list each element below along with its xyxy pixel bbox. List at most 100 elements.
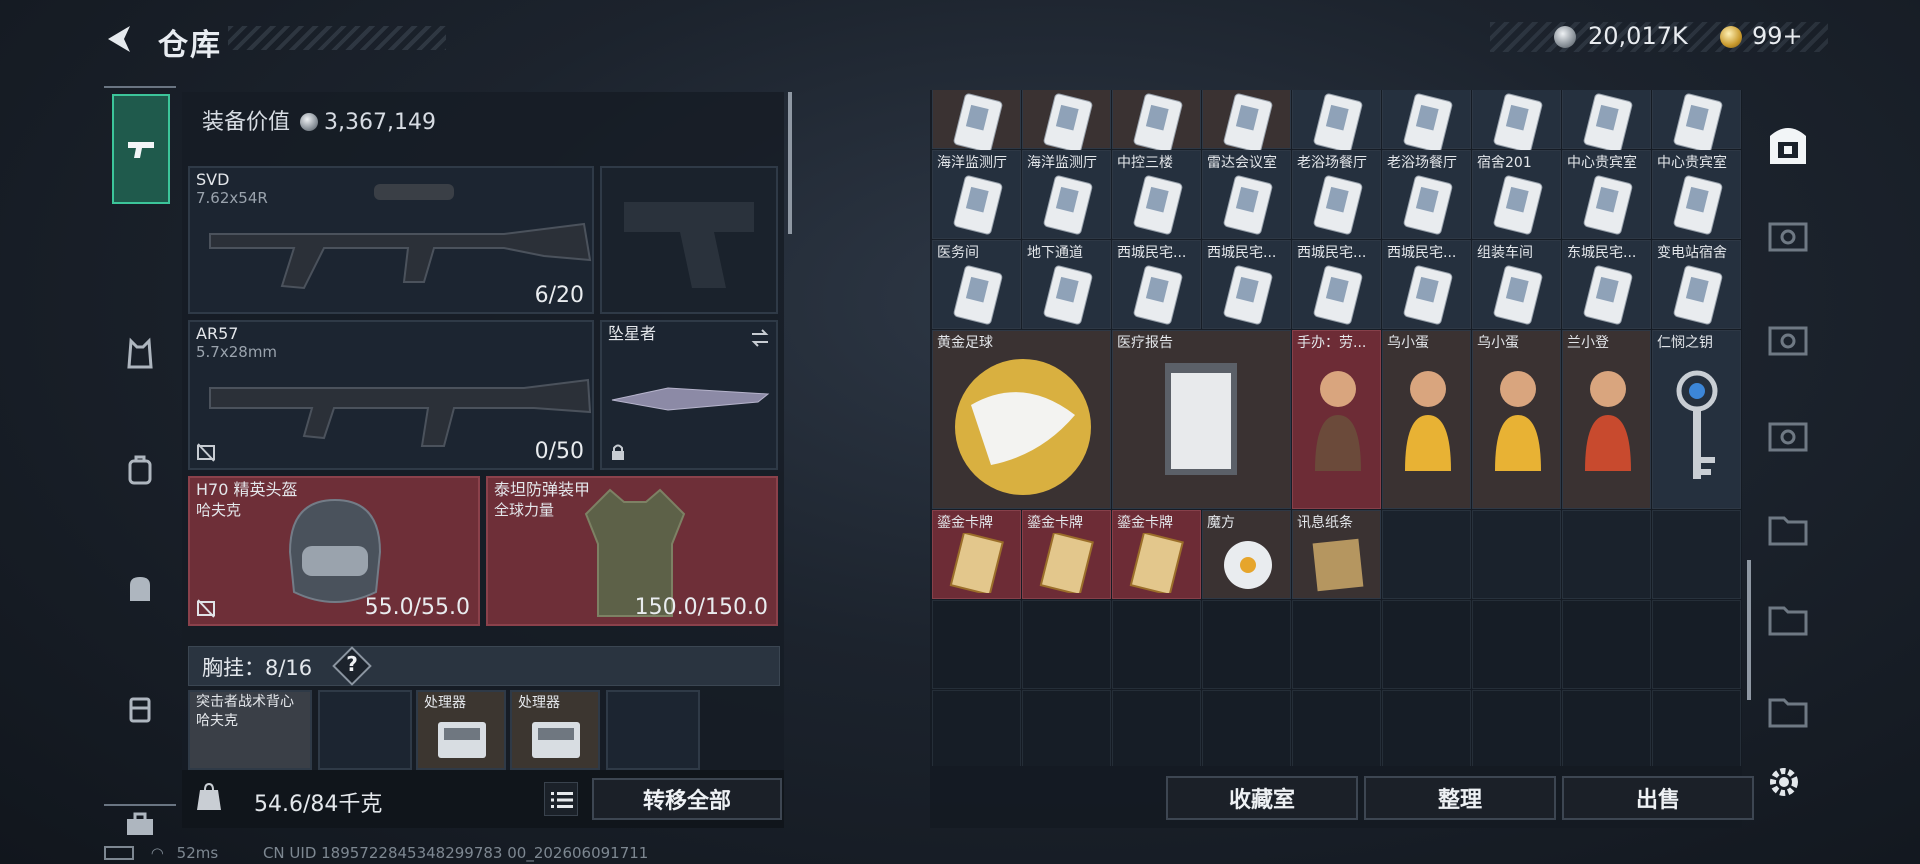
keycard-cell[interactable]: 中心贵宾室: [1652, 150, 1741, 239]
item-cell[interactable]: 讯息纸条: [1292, 510, 1381, 599]
empty-cell[interactable]: [1382, 600, 1471, 689]
keycard-cell[interactable]: 东城民宅...: [1562, 240, 1651, 329]
nav-item-backpack[interactable]: [104, 432, 176, 508]
rig-item-maker: 哈夫克: [196, 713, 238, 729]
empty-cell[interactable]: [1112, 690, 1201, 766]
rig-slot-empty[interactable]: [318, 690, 412, 770]
nav-item-vest[interactable]: [104, 316, 176, 392]
transfer-all-button[interactable]: 转移全部: [592, 778, 782, 820]
empty-cell[interactable]: [1292, 600, 1381, 689]
gold-currency-value[interactable]: 99+: [1752, 22, 1803, 50]
keycard-cell[interactable]: 地下通道: [1022, 240, 1111, 329]
storage-tab-icon[interactable]: [1764, 316, 1812, 364]
keycard-cell[interactable]: 雷达会议室: [1202, 150, 1291, 239]
item-cell[interactable]: 魔方: [1202, 510, 1291, 599]
keycard-cell[interactable]: 中控三楼: [1112, 150, 1201, 239]
nav-item-bag[interactable]: [104, 550, 176, 626]
storage-tab-icon[interactable]: [1764, 212, 1812, 260]
swap-icon[interactable]: [750, 328, 770, 348]
item-cell[interactable]: 兰小登: [1562, 330, 1651, 509]
item-cell[interactable]: 仁悯之钥: [1652, 330, 1741, 509]
keycard-cell[interactable]: [1382, 90, 1471, 153]
back-arrow-icon[interactable]: [102, 22, 136, 56]
keycard-cell[interactable]: 医务间: [932, 240, 1021, 329]
key-icon: [1676, 370, 1718, 479]
empty-cell[interactable]: [1202, 690, 1291, 766]
keycard-cell[interactable]: [1022, 90, 1111, 153]
keycard-cell[interactable]: [1472, 90, 1561, 153]
keycard-cell[interactable]: [1202, 90, 1291, 153]
empty-cell[interactable]: [1472, 690, 1561, 766]
keycard-cell[interactable]: 西城民宅...: [1292, 240, 1381, 329]
storage-tab-icon[interactable]: [1764, 412, 1812, 460]
rig-slot-empty[interactable]: [606, 690, 700, 770]
item-cell[interactable]: 手办：劳...: [1292, 330, 1381, 509]
empty-cell[interactable]: [1652, 690, 1741, 766]
rig-slot-processor[interactable]: 处理器: [510, 690, 600, 770]
item-name: 东城民宅...: [1567, 245, 1637, 261]
safe-box-tab-icon[interactable]: [1764, 120, 1812, 168]
folder-tab-icon[interactable]: [1764, 504, 1812, 552]
helmet-slot[interactable]: H70 精英头盔 哈夫克 55.0/55.0: [188, 476, 480, 626]
item-cell[interactable]: 鎏金卡牌: [1112, 510, 1201, 599]
sort-button[interactable]: 整理: [1364, 776, 1556, 820]
empty-cell[interactable]: [1202, 600, 1291, 689]
empty-cell[interactable]: [1562, 600, 1651, 689]
folder-tab-icon[interactable]: [1764, 594, 1812, 642]
empty-cell[interactable]: [1022, 690, 1111, 766]
empty-cell[interactable]: [1652, 600, 1741, 689]
item-cell[interactable]: 鎏金卡牌: [1022, 510, 1111, 599]
keycard-cell[interactable]: 变电站宿舍: [1652, 240, 1741, 329]
keycard-cell[interactable]: [1112, 90, 1201, 153]
item-cell[interactable]: 鎏金卡牌: [932, 510, 1021, 599]
keycard-cell[interactable]: 老浴场餐厅: [1292, 150, 1381, 239]
keycard-cell[interactable]: 老浴场餐厅: [1382, 150, 1471, 239]
equipment-scrollbar[interactable]: [788, 92, 792, 234]
nav-item-case[interactable]: [104, 670, 176, 746]
keycard-cell[interactable]: 组装车间: [1472, 240, 1561, 329]
keycard-cell[interactable]: 中心贵宾室: [1562, 150, 1651, 239]
folder-tab-icon[interactable]: [1764, 686, 1812, 734]
keycard-cell[interactable]: 海洋监测厅: [1022, 150, 1111, 239]
empty-cell[interactable]: [1472, 600, 1561, 689]
empty-cell[interactable]: [1022, 600, 1111, 689]
pistol-slot[interactable]: [600, 166, 778, 314]
secondary-weapon-slot[interactable]: AR57 5.7x28mm 0/50: [188, 320, 594, 470]
keycard-cell[interactable]: [1652, 90, 1741, 153]
primary-weapon-slot[interactable]: SVD 7.62x54R 6/20: [188, 166, 594, 314]
inventory-scrollbar[interactable]: [1747, 560, 1751, 700]
item-name: 乌小蛋: [1387, 335, 1429, 351]
empty-cell[interactable]: [1652, 510, 1741, 599]
collection-room-button[interactable]: 收藏室: [1166, 776, 1358, 820]
melee-slot[interactable]: 坠星者: [600, 320, 778, 470]
empty-cell[interactable]: [932, 690, 1021, 766]
rig-slot-vest[interactable]: 突击者战术背心 哈夫克: [188, 690, 312, 770]
armor-slot[interactable]: 泰坦防弹装甲 全球力量 150.0/150.0: [486, 476, 778, 626]
empty-cell[interactable]: [1112, 600, 1201, 689]
keycard-cell[interactable]: 西城民宅...: [1202, 240, 1291, 329]
keycard-cell[interactable]: 宿舍201: [1472, 150, 1561, 239]
rig-slot-processor[interactable]: 处理器: [416, 690, 506, 770]
sell-button[interactable]: 出售: [1562, 776, 1754, 820]
sniper-rifle-icon: [209, 184, 592, 290]
keycard-cell[interactable]: [1562, 90, 1651, 153]
keycard-cell[interactable]: 西城民宅...: [1382, 240, 1471, 329]
empty-cell[interactable]: [1472, 510, 1561, 599]
item-cell[interactable]: 黄金足球: [932, 330, 1111, 509]
keycard-cell[interactable]: 海洋监测厅: [932, 150, 1021, 239]
empty-cell[interactable]: [1382, 510, 1471, 599]
item-cell[interactable]: 乌小蛋: [1382, 330, 1471, 509]
empty-cell[interactable]: [1292, 690, 1381, 766]
item-cell[interactable]: 医疗报告: [1112, 330, 1291, 509]
empty-cell[interactable]: [1562, 690, 1651, 766]
settings-gear-icon[interactable]: [1766, 764, 1802, 800]
keycard-cell[interactable]: [932, 90, 1021, 153]
list-view-button[interactable]: [544, 782, 578, 816]
empty-cell[interactable]: [1382, 690, 1471, 766]
nav-item-weapons[interactable]: [112, 94, 170, 204]
keycard-cell[interactable]: 西城民宅...: [1112, 240, 1201, 329]
empty-cell[interactable]: [1562, 510, 1651, 599]
empty-cell[interactable]: [932, 600, 1021, 689]
keycard-cell[interactable]: [1292, 90, 1381, 153]
item-cell[interactable]: 乌小蛋: [1472, 330, 1561, 509]
